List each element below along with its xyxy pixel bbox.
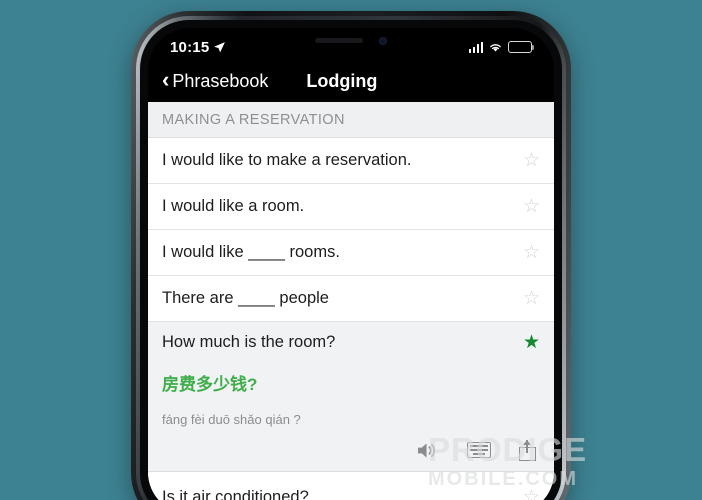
phrase-row[interactable]: I would like ____ rooms. ☆ xyxy=(148,230,554,276)
expanded-phrase-row[interactable]: How much is the room? ★ 房费多少钱? fáng fèi … xyxy=(148,322,554,472)
status-bar-left: 10:15 xyxy=(170,39,226,56)
phone-device-frame: 10:15 ‹ Phrasebook Lodging MAKING A RESE… xyxy=(131,11,571,500)
back-button-label: Phrasebook xyxy=(172,70,269,91)
pronunciation-text: fáng fèi duō shǎo qián ? xyxy=(162,412,301,427)
phrase-text: Is it air conditioned? xyxy=(162,487,309,500)
favorite-star-icon[interactable]: ☆ xyxy=(523,151,540,170)
expanded-phrase-header: How much is the room? ★ xyxy=(162,333,540,352)
phrase-row[interactable]: I would like to make a reservation. ☆ xyxy=(148,138,554,184)
chevron-left-icon: ‹ xyxy=(162,67,170,92)
favorite-star-icon[interactable]: ☆ xyxy=(523,243,540,262)
phrase-tools-bar xyxy=(162,435,540,465)
navigation-bar: ‹ Phrasebook Lodging xyxy=(148,60,554,102)
translation-text: 房费多少钱? xyxy=(162,375,258,394)
favorite-star-icon[interactable]: ☆ xyxy=(523,488,540,500)
page-title: Lodging xyxy=(306,70,378,91)
phrase-text: There are ____ people xyxy=(162,289,329,307)
keyboard-icon xyxy=(467,442,491,458)
phrase-row[interactable]: Is it air conditioned? ☆ xyxy=(148,472,554,500)
favorite-star-icon[interactable]: ☆ xyxy=(523,289,540,308)
phrase-row[interactable]: There are ____ people ☆ xyxy=(148,276,554,322)
phrase-row[interactable]: I would like a room. ☆ xyxy=(148,184,554,230)
phrase-text: I would like ____ rooms. xyxy=(162,243,340,261)
share-icon-wrapper[interactable] xyxy=(519,439,536,461)
keyboard-icon-wrapper[interactable] xyxy=(467,442,491,458)
battery-icon xyxy=(508,41,535,53)
phrase-list[interactable]: MAKING A RESERVATION I would like to mak… xyxy=(148,102,554,500)
section-header: MAKING A RESERVATION xyxy=(148,102,554,138)
location-arrow-icon xyxy=(214,41,226,52)
back-button[interactable]: ‹ Phrasebook xyxy=(162,67,269,92)
status-bar: 10:15 xyxy=(148,28,554,60)
status-bar-right xyxy=(468,41,535,53)
speaker-icon[interactable] xyxy=(416,441,439,460)
share-icon xyxy=(519,439,536,461)
status-time-label: 10:15 xyxy=(170,38,210,56)
favorite-star-icon[interactable]: ★ xyxy=(523,333,540,352)
favorite-star-icon[interactable]: ☆ xyxy=(523,197,540,216)
wifi-icon xyxy=(490,44,501,52)
phrase-text: I would like to make a reservation. xyxy=(162,151,412,169)
cellular-signal-icon xyxy=(468,41,483,53)
phrase-text: I would like a room. xyxy=(162,197,305,215)
phone-screen: 10:15 ‹ Phrasebook Lodging MAKING A RESE… xyxy=(148,28,554,500)
phrase-text: How much is the room? xyxy=(162,333,336,351)
